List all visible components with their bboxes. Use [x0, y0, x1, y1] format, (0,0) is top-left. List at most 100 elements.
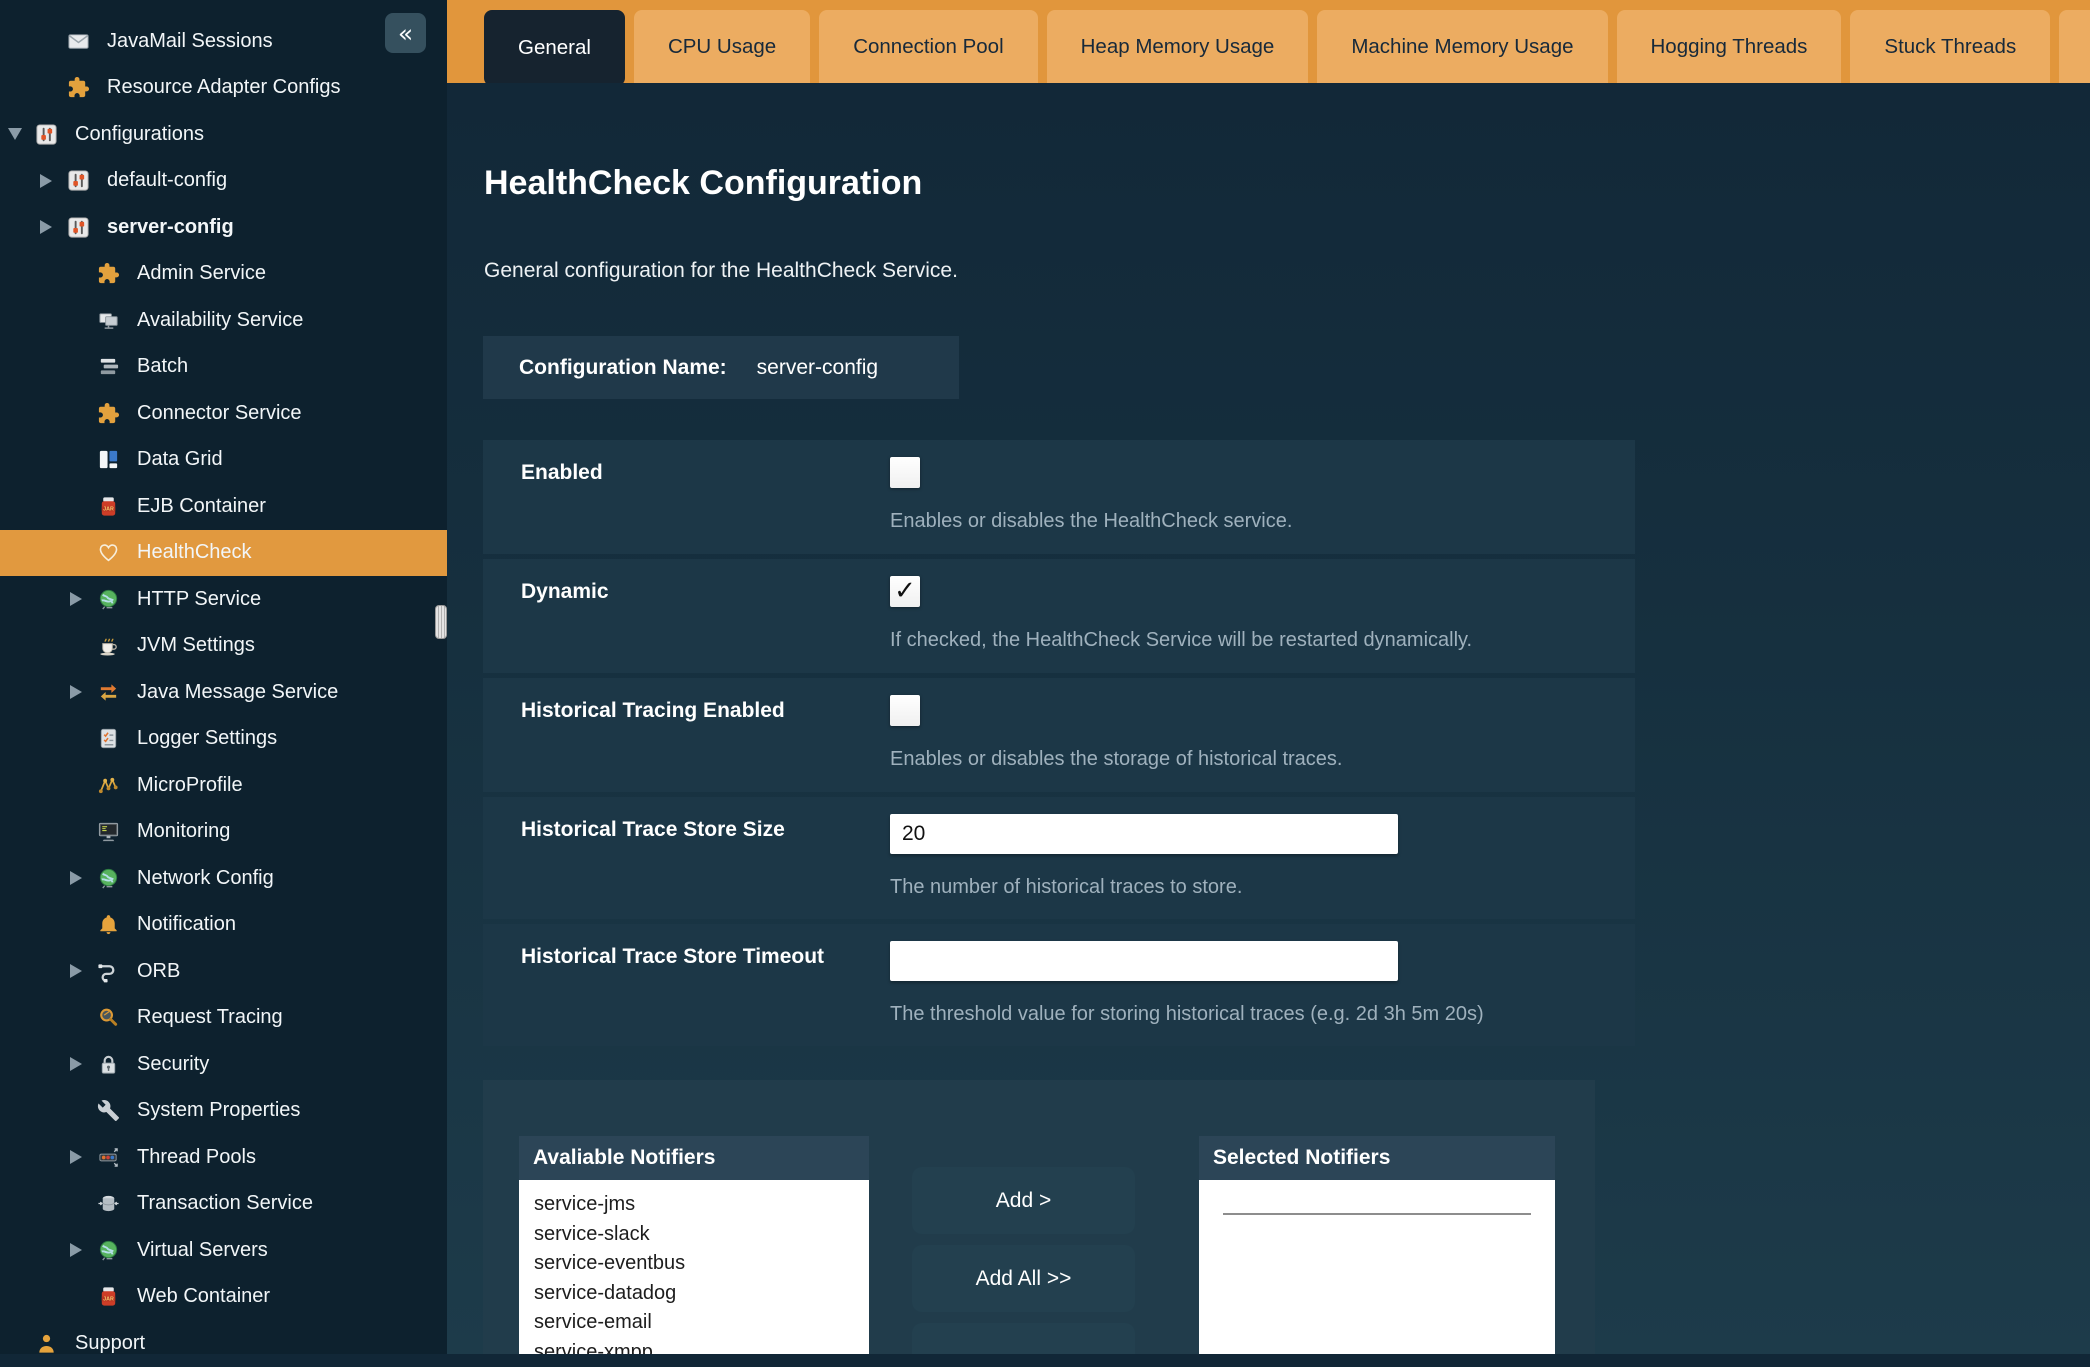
sidebar-item-notification[interactable]: Notification — [0, 902, 447, 949]
available-notifiers-list[interactable]: service-jmsservice-slackservice-eventbus… — [519, 1180, 869, 1354]
form-row-dynamic: Dynamic✓ If checked, the HealthCheck Serv… — [483, 559, 1635, 673]
selected-notifiers-list[interactable] — [1199, 1180, 1555, 1354]
sidebar-scrollbar-thumb[interactable] — [435, 605, 447, 639]
configuration-name-value: server-config — [757, 356, 878, 380]
sidebar-item-jvm-settings[interactable]: JVM Settings — [0, 623, 447, 670]
tree-expander-icon[interactable] — [70, 871, 97, 885]
configuration-name-label: Configuration Name: — [519, 356, 727, 380]
tree-expander-icon[interactable] — [8, 128, 35, 140]
triangle-right-icon — [70, 1057, 82, 1071]
notifier-option-service-jms[interactable]: service-jms — [534, 1190, 869, 1220]
sidebar-item-server-config[interactable]: server-config — [0, 204, 447, 251]
sidebar-item-configurations[interactable]: Configurations — [0, 111, 447, 158]
sidebar-item-request-tracing[interactable]: Request Tracing — [0, 995, 447, 1042]
notifier-option-service-slack[interactable]: service-slack — [534, 1220, 869, 1250]
sidebar-item-thread-pools[interactable]: Thread Pools — [0, 1134, 447, 1181]
notifier-option-service-email[interactable]: service-email — [534, 1308, 869, 1338]
collapse-sidebar-button[interactable]: « — [385, 13, 426, 53]
field-label: Dynamic — [521, 576, 890, 653]
notifier-option-service-datadog[interactable]: service-datadog — [534, 1279, 869, 1309]
field-label: Historical Tracing Enabled — [521, 695, 890, 772]
sidebar-item-connector-service[interactable]: Connector Service — [0, 390, 447, 437]
tree-expander-icon[interactable] — [40, 220, 67, 234]
historical-tracing-enabled-checkbox[interactable] — [890, 695, 920, 726]
tree-expander-icon[interactable] — [70, 685, 97, 699]
sidebar-item-resource-adapter-configs[interactable]: Resource Adapter Configs — [0, 65, 447, 112]
micro-icon — [97, 774, 120, 797]
sidebar-item-batch[interactable]: Batch — [0, 344, 447, 391]
add-button[interactable]: Add > — [912, 1167, 1135, 1234]
sidebar-item-network-config[interactable]: Network Config — [0, 855, 447, 902]
triangle-right-icon — [40, 174, 52, 188]
tree-expander-icon[interactable] — [70, 964, 97, 978]
sidebar-item-logger-settings[interactable]: Logger Settings — [0, 716, 447, 763]
sidebar-item-orb[interactable]: ORB — [0, 948, 447, 995]
tree-expander-icon[interactable] — [70, 1243, 97, 1257]
tab-connection-pool[interactable]: Connection Pool — [819, 10, 1037, 83]
triangle-right-icon — [40, 220, 52, 234]
sidebar-item-label: EJB Container — [137, 495, 266, 518]
notifier-option-service-xmpp[interactable]: service-xmpp — [534, 1338, 869, 1355]
triangle-right-icon — [70, 964, 82, 978]
sidebar-item-availability-service[interactable]: Availability Service — [0, 297, 447, 344]
sidebar-item-virtual-servers[interactable]: Virtual Servers — [0, 1227, 447, 1274]
jar-icon: JAR — [97, 1285, 120, 1308]
tab-heap-memory-usage[interactable]: Heap Memory Usage — [1047, 10, 1309, 83]
triangle-right-icon — [70, 871, 82, 885]
tab-machine-memory-usage[interactable]: Machine Memory Usage — [1317, 10, 1607, 83]
batch-icon — [97, 355, 120, 378]
main-content: HealthCheck Configuration General config… — [447, 83, 2090, 1354]
field-label: Historical Trace Store Timeout — [521, 941, 890, 1026]
sidebar-item-label: Logger Settings — [137, 727, 277, 750]
sidebar-item-label: Transaction Service — [137, 1192, 313, 1215]
enabled-checkbox[interactable] — [890, 457, 920, 488]
tree-expander-icon[interactable] — [70, 1057, 97, 1071]
sidebar-item-microprofile[interactable]: MicroProfile — [0, 762, 447, 809]
notifier-option-service-eventbus[interactable]: service-eventbus — [534, 1249, 869, 1279]
sidebar-item-admin-service[interactable]: Admin Service — [0, 251, 447, 298]
historical-trace-store-timeout-input[interactable] — [890, 941, 1398, 981]
sidebar-item-label: Request Tracing — [137, 1006, 283, 1029]
sidebar-item-ejb-container[interactable]: JAREJB Container — [0, 483, 447, 530]
field-help-text: The threshold value for storing historic… — [890, 1003, 1605, 1026]
page-subtitle: General configuration for the HealthChec… — [484, 259, 958, 283]
add-all-button[interactable]: Add All >> — [912, 1245, 1135, 1312]
tab-general[interactable]: General — [484, 10, 625, 86]
tree-expander-icon[interactable] — [70, 592, 97, 606]
sliders-icon — [67, 216, 90, 239]
tab-partial[interactable] — [2059, 10, 2090, 83]
sidebar-item-label: Virtual Servers — [137, 1239, 268, 1262]
sidebar-item-label: Thread Pools — [137, 1146, 256, 1169]
sidebar-item-web-container[interactable]: JARWeb Container — [0, 1274, 447, 1321]
tree-expander-icon[interactable] — [70, 1150, 97, 1164]
sidebar-item-data-grid[interactable]: Data Grid — [0, 437, 447, 484]
sidebar-item-support[interactable]: Support — [0, 1320, 447, 1367]
tree-expander-icon[interactable] — [40, 174, 67, 188]
tab-hogging-threads[interactable]: Hogging Threads — [1617, 10, 1842, 83]
sidebar-item-http-service[interactable]: HTTP Service — [0, 576, 447, 623]
sidebar-item-label: JavaMail Sessions — [107, 30, 273, 53]
mail-icon — [67, 30, 90, 53]
sidebar-item-security[interactable]: Security — [0, 1041, 447, 1088]
bell-icon — [97, 913, 120, 936]
dynamic-checkbox[interactable]: ✓ — [890, 576, 920, 607]
sidebar-item-java-message-service[interactable]: Java Message Service — [0, 669, 447, 716]
sidebar-item-javamail-sessions[interactable]: JavaMail Sessions — [0, 18, 447, 65]
sidebar-item-transaction-service[interactable]: Transaction Service — [0, 1181, 447, 1228]
historical-trace-store-size-input[interactable] — [890, 814, 1398, 854]
field-help-text: If checked, the HealthCheck Service will… — [890, 629, 1605, 652]
triangle-right-icon — [70, 685, 82, 699]
sidebar-item-label: HTTP Service — [137, 588, 261, 611]
sidebar-item-system-properties[interactable]: System Properties — [0, 1088, 447, 1135]
tab-stuck-threads[interactable]: Stuck Threads — [1850, 10, 2050, 83]
sidebar-item-healthcheck[interactable]: HealthCheck — [0, 530, 447, 577]
sidebar-item-monitoring[interactable]: Monitoring — [0, 809, 447, 856]
tab-bar: GeneralCPU UsageConnection PoolHeap Memo… — [447, 0, 2090, 83]
person-icon — [35, 1332, 58, 1355]
sidebar-item-default-config[interactable]: default-config — [0, 158, 447, 205]
tab-cpu-usage[interactable]: CPU Usage — [634, 10, 810, 83]
notifiers-panel: Avaliable Notifiers service-jmsservice-s… — [483, 1080, 1595, 1354]
form-row-historical-tracing-enabled: Historical Tracing EnabledEnables or dis… — [483, 678, 1635, 792]
field-help-text: The number of historical traces to store… — [890, 876, 1605, 899]
transfer-button-partial[interactable] — [912, 1323, 1135, 1354]
